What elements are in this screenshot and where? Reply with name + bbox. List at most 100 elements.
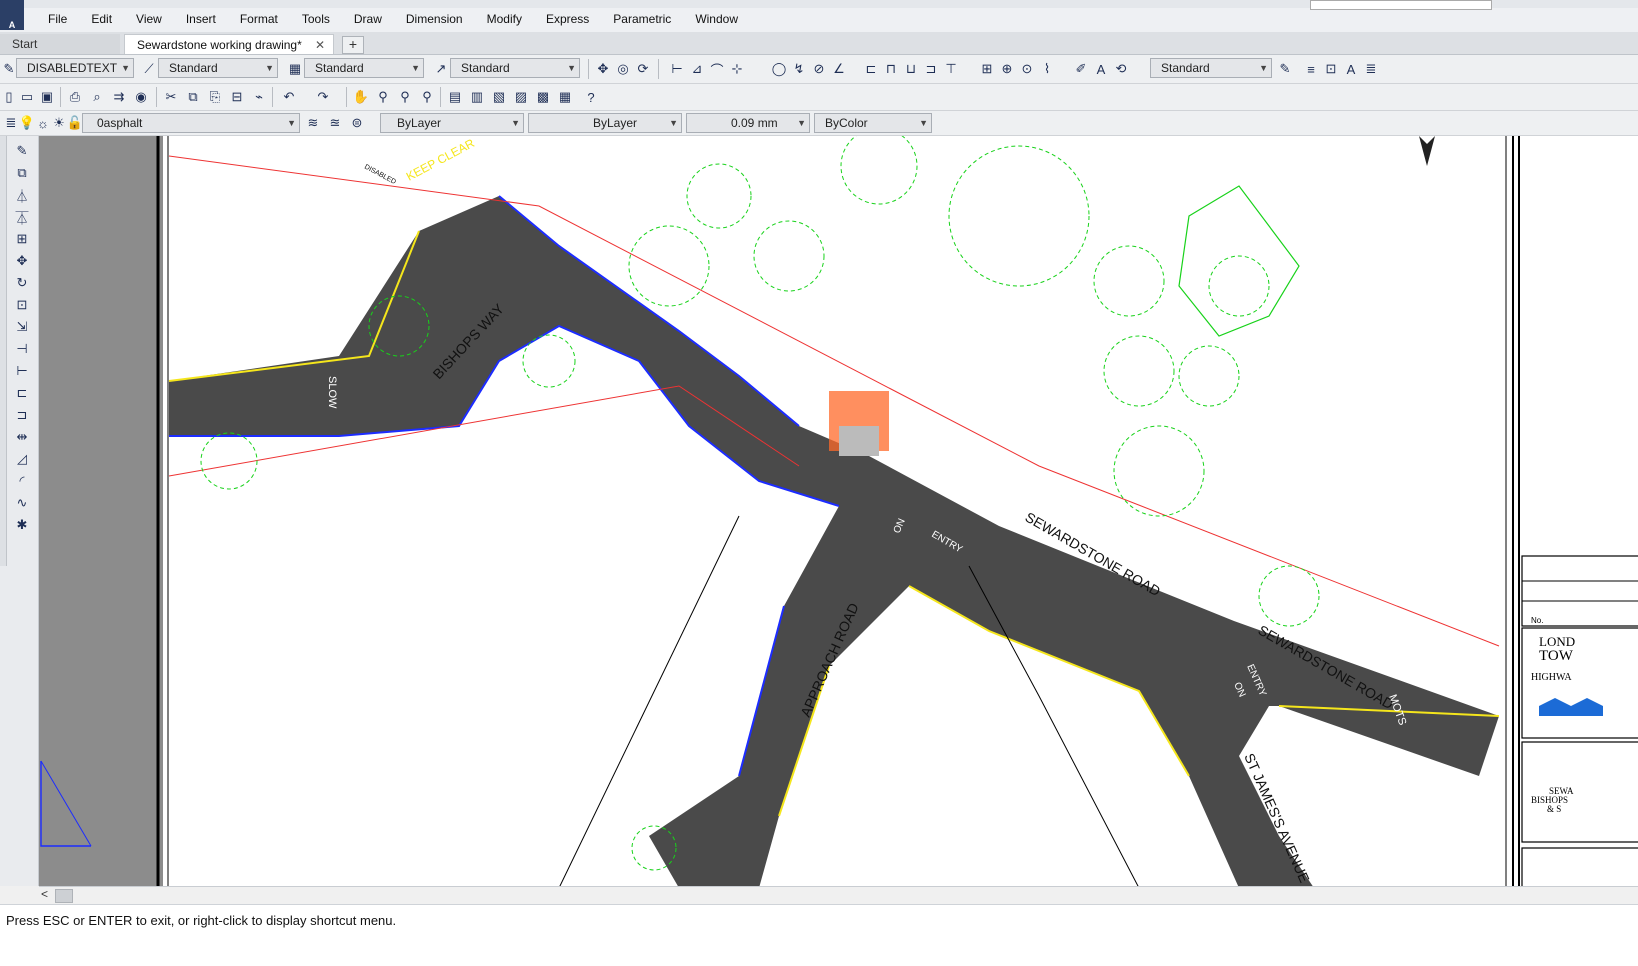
menu-window[interactable]: Window <box>683 10 750 28</box>
radius-icon[interactable]: ◯ <box>770 60 788 78</box>
jogged-icon[interactable]: ↯ <box>790 60 808 78</box>
menu-view[interactable]: View <box>124 10 174 28</box>
dimension-edit-icon[interactable]: ✐ <box>1072 60 1090 78</box>
scrollbar-thumb[interactable] <box>55 889 73 903</box>
zoom-previous-icon[interactable]: ⚲ <box>418 88 436 106</box>
help-icon[interactable]: ? <box>582 88 600 106</box>
stretch-icon[interactable]: ⇲ <box>13 318 31 336</box>
menu-format[interactable]: Format <box>228 10 290 28</box>
table-style-icon[interactable]: ▦ <box>286 60 304 78</box>
explode-icon[interactable]: ✱ <box>13 516 31 534</box>
menu-file[interactable]: File <box>36 10 79 28</box>
space-icon[interactable]: ⊐ <box>922 60 940 78</box>
text-frame-icon[interactable]: ⊡ <box>1322 60 1340 78</box>
continue-icon[interactable]: ⊔ <box>902 60 920 78</box>
color-select[interactable]: ByLayer ▼ <box>380 113 524 133</box>
drawing-canvas[interactable]: No. LOND TOW HIGHWA SEWA BISHOPS & S BIS… <box>39 136 1638 888</box>
text-style-select[interactable]: DISABLEDTEXT ▼ <box>16 58 134 78</box>
offset-icon[interactable]: ⏄ <box>13 208 31 226</box>
3d-print-icon[interactable]: ◉ <box>132 88 150 106</box>
print-icon[interactable]: ⎙ <box>66 88 84 106</box>
plot-preview-icon[interactable]: ⌕ <box>88 88 106 106</box>
scroll-left-icon[interactable]: < <box>41 887 48 901</box>
array-icon[interactable]: ⊞ <box>13 230 31 248</box>
blend-curves-icon[interactable]: ∿ <box>13 494 31 512</box>
diameter-icon[interactable]: ⊘ <box>810 60 828 78</box>
dimension-update-icon[interactable]: ⟲ <box>1112 60 1130 78</box>
chamfer-icon[interactable]: ◿ <box>13 450 31 468</box>
zoom-window-icon[interactable]: ⚲ <box>396 88 414 106</box>
join-icon[interactable]: ⇹ <box>13 428 31 446</box>
dim-style-select[interactable]: Standard ▼ <box>158 58 278 78</box>
orbit-icon[interactable]: ◎ <box>614 60 632 78</box>
layer-select[interactable]: 0asphalt ▼ <box>82 113 300 133</box>
free-orbit-icon[interactable]: ⟳ <box>634 60 652 78</box>
break-object-icon[interactable]: ⊐ <box>13 406 31 424</box>
new-tab-button[interactable]: + <box>342 36 364 54</box>
layer-previous-icon[interactable]: ≊ <box>326 114 344 132</box>
menu-parametric[interactable]: Parametric <box>601 10 683 28</box>
command-line[interactable]: Press ESC or ENTER to exit, or right-cli… <box>0 904 1638 966</box>
markup-icon[interactable]: ▩ <box>534 88 552 106</box>
extend-icon[interactable]: ⊢ <box>13 362 31 380</box>
angular-icon[interactable]: ∠ <box>830 60 848 78</box>
visual-style-select[interactable]: Standard ▼ <box>1150 58 1272 78</box>
new-file-icon[interactable]: ▯ <box>0 88 18 106</box>
application-menu-button[interactable]: A <box>0 0 24 30</box>
pan-icon[interactable]: ✥ <box>594 60 612 78</box>
move-icon[interactable]: ✥ <box>13 252 31 270</box>
copy-object-icon[interactable]: ⧉ <box>13 164 31 182</box>
paste-icon[interactable]: ⎘ <box>206 88 224 106</box>
layer-state-icon[interactable]: ⊜ <box>348 114 366 132</box>
cut-icon[interactable]: ✂ <box>162 88 180 106</box>
scale-icon[interactable]: ⊡ <box>13 296 31 314</box>
menu-edit[interactable]: Edit <box>79 10 124 28</box>
jogged-linear-icon[interactable]: ⌇ <box>1038 60 1056 78</box>
menu-tools[interactable]: Tools <box>290 10 342 28</box>
spell-check-icon[interactable]: ≣ <box>1362 60 1380 78</box>
inspect-icon[interactable]: ⊙ <box>1018 60 1036 78</box>
close-icon[interactable]: ✕ <box>315 35 325 55</box>
fillet-icon[interactable]: ◜ <box>13 472 31 490</box>
menu-draw[interactable]: Draw <box>342 10 394 28</box>
pan-hand-icon[interactable]: ✋ <box>352 88 370 106</box>
lineweight-select[interactable]: 0.09 mm ▼ <box>686 113 810 133</box>
quick-dimension-icon[interactable]: ⊏ <box>862 60 880 78</box>
tab-start[interactable]: Start <box>0 34 120 54</box>
ordinate-icon[interactable]: ⊹ <box>728 60 746 78</box>
break-at-point-icon[interactable]: ⊏ <box>13 384 31 402</box>
undo-icon[interactable]: ↶ <box>280 88 298 106</box>
properties-icon[interactable]: ▤ <box>446 88 464 106</box>
make-current-icon[interactable]: ≋ <box>304 114 322 132</box>
design-center-icon[interactable]: ▥ <box>468 88 486 106</box>
mirror-icon[interactable]: ⏃ <box>13 186 31 204</box>
rotate-icon[interactable]: ↻ <box>13 274 31 292</box>
dim-style-manager-icon[interactable]: ✎ <box>1276 60 1294 78</box>
table-style-select[interactable]: Standard ▼ <box>304 58 424 78</box>
linetype-select[interactable]: ByLayer ▼ <box>528 113 682 133</box>
tolerance-icon[interactable]: ⊞ <box>978 60 996 78</box>
dim-style-icon[interactable]: ⟋ <box>140 60 158 78</box>
text-edit-icon[interactable]: A <box>1342 60 1360 78</box>
open-file-icon[interactable]: ▭ <box>18 88 36 106</box>
brush-icon[interactable]: ⌁ <box>250 88 268 106</box>
arc-length-icon[interactable]: ⌒ <box>708 60 726 78</box>
copy-icon[interactable]: ⧉ <box>184 88 202 106</box>
publish-icon[interactable]: ⇉ <box>110 88 128 106</box>
menu-modify[interactable]: Modify <box>475 10 534 28</box>
linear-dimension-icon[interactable]: ⊢ <box>668 60 686 78</box>
baseline-icon[interactable]: ⊓ <box>882 60 900 78</box>
abc-icon[interactable]: ≡ <box>1302 60 1320 78</box>
menu-dimension[interactable]: Dimension <box>394 10 475 28</box>
mleader-style-select[interactable]: Standard ▼ <box>450 58 580 78</box>
tab-drawing[interactable]: Sewardstone working drawing* ✕ <box>124 34 334 54</box>
aligned-dimension-icon[interactable]: ⊿ <box>688 60 706 78</box>
zoom-realtime-icon[interactable]: ⚲ <box>374 88 392 106</box>
mleader-style-icon[interactable]: ↗ <box>432 60 450 78</box>
erase-icon[interactable]: ✎ <box>13 142 31 160</box>
search-box[interactable] <box>1310 0 1492 10</box>
tool-palettes-icon[interactable]: ▧ <box>490 88 508 106</box>
break-icon[interactable]: ⊤ <box>942 60 960 78</box>
redo-icon[interactable]: ↷ <box>314 88 332 106</box>
center-mark-icon[interactable]: ⊕ <box>998 60 1016 78</box>
